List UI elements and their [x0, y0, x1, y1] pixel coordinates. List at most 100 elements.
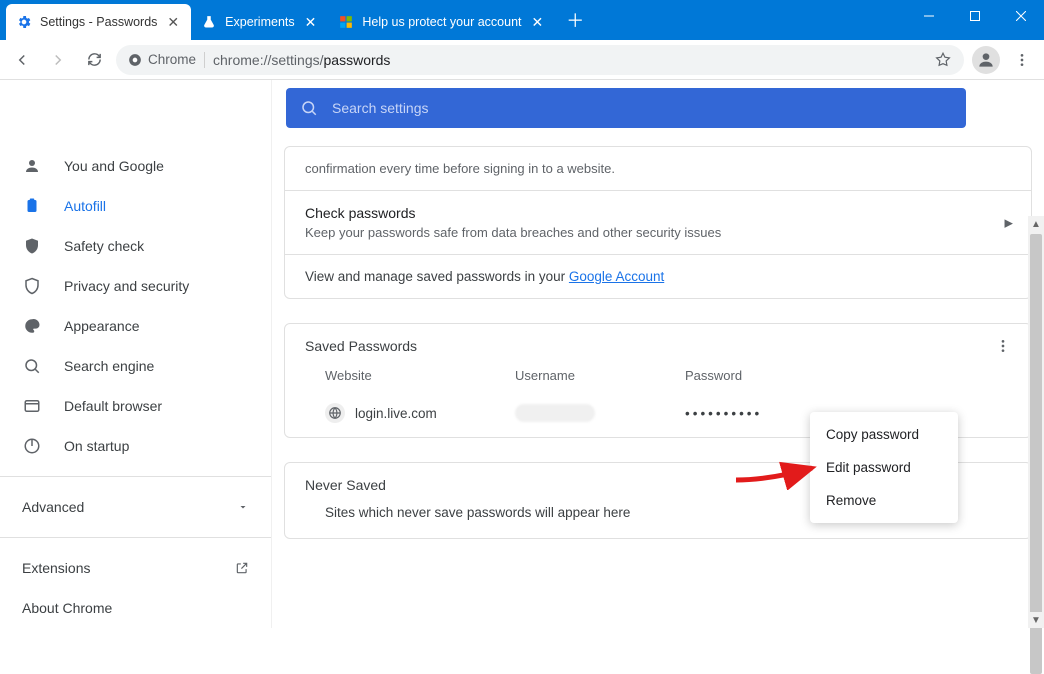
sidebar-advanced[interactable]: Advanced [0, 487, 271, 527]
col-password: Password [685, 368, 1011, 383]
table-header: Website Username Password [285, 360, 1031, 393]
kebab-menu-icon[interactable] [995, 338, 1011, 354]
tab-help-protect[interactable]: Help us protect your account ✕ [328, 4, 555, 40]
separator [0, 476, 271, 477]
chrome-icon [128, 53, 142, 67]
search-icon [300, 99, 318, 117]
sidebar-item-label: Search engine [64, 358, 154, 374]
scrollbar-thumb[interactable] [1030, 234, 1042, 674]
advanced-label: Advanced [22, 499, 84, 515]
gear-icon [16, 14, 32, 30]
back-button[interactable] [8, 46, 36, 74]
tab-settings[interactable]: Settings - Passwords ✕ [6, 4, 191, 40]
sidebar-about-chrome[interactable]: About Chrome [0, 588, 271, 628]
sidebar-item-search-engine[interactable]: Search engine [0, 346, 271, 386]
sidebar-item-safety-check[interactable]: Safety check [0, 226, 271, 266]
settings-main: confirmation every time before signing i… [272, 80, 1044, 628]
address-bar[interactable]: Chrome chrome://settings/passwords [116, 45, 964, 75]
person-icon [22, 157, 42, 175]
check-title: Check passwords [305, 205, 1011, 221]
sidebar-item-label: You and Google [64, 158, 164, 174]
forward-button[interactable] [44, 46, 72, 74]
passwords-card: confirmation every time before signing i… [284, 146, 1032, 299]
view-text: View and manage saved passwords in your [305, 269, 569, 284]
power-icon [22, 437, 42, 455]
microsoft-icon [338, 14, 354, 30]
sidebar-item-label: Safety check [64, 238, 144, 254]
shield-icon [22, 277, 42, 295]
check-sub: Keep your passwords safe from data breac… [305, 225, 1011, 240]
clipboard-icon [22, 197, 42, 215]
sidebar-item-autofill[interactable]: Autofill [0, 186, 271, 226]
col-username: Username [515, 368, 685, 383]
password-context-menu: Copy password Edit password Remove [810, 412, 958, 523]
close-icon[interactable]: ✕ [165, 14, 181, 31]
extensions-label: Extensions [22, 560, 90, 576]
kebab-menu-icon[interactable] [1008, 46, 1036, 74]
close-icon[interactable]: ✕ [303, 14, 319, 31]
col-website: Website [325, 368, 515, 383]
close-icon[interactable]: ✕ [530, 14, 546, 31]
browser-toolbar: Chrome chrome://settings/passwords [0, 40, 1044, 80]
sidebar-item-privacy-security[interactable]: Privacy and security [0, 266, 271, 306]
tab-strip: Settings - Passwords ✕ Experiments ✕ Hel… [6, 4, 555, 40]
external-link-icon [235, 561, 249, 575]
menu-remove[interactable]: Remove [810, 484, 958, 517]
tab-title: Experiments [225, 15, 294, 29]
window-controls [906, 0, 1044, 32]
chip-label: Chrome [148, 52, 196, 67]
globe-icon [325, 403, 345, 423]
browser-icon [22, 397, 42, 415]
site-name: login.live.com [355, 406, 437, 421]
shield-check-icon [22, 237, 42, 255]
content-area: Settings You and Google Autofill Safety … [0, 80, 1044, 628]
sidebar-item-on-startup[interactable]: On startup [0, 426, 271, 466]
sidebar-item-you-and-google[interactable]: You and Google [0, 146, 271, 186]
settings-sidebar: You and Google Autofill Safety check Pri… [0, 80, 272, 628]
search-icon [22, 357, 42, 375]
tab-title: Settings - Passwords [40, 15, 157, 29]
menu-edit-password[interactable]: Edit password [810, 451, 958, 484]
chevron-down-icon [237, 501, 249, 513]
sidebar-item-appearance[interactable]: Appearance [0, 306, 271, 346]
sidebar-extensions[interactable]: Extensions [0, 548, 271, 588]
about-label: About Chrome [22, 600, 112, 616]
search-settings[interactable] [286, 88, 966, 128]
new-tab-button[interactable]: ＋ [561, 6, 589, 34]
check-passwords-row[interactable]: Check passwords Keep your passwords safe… [285, 190, 1031, 254]
flask-icon [201, 14, 217, 30]
saved-title: Saved Passwords [305, 338, 417, 354]
tab-title: Help us protect your account [362, 15, 521, 29]
view-manage-row: View and manage saved passwords in your … [285, 254, 1031, 298]
bookmark-star-icon[interactable] [934, 51, 952, 69]
chevron-right-icon: ▶ [1005, 216, 1013, 229]
window-titlebar: Settings - Passwords ✕ Experiments ✕ Hel… [0, 0, 1044, 40]
tab-experiments[interactable]: Experiments ✕ [191, 4, 328, 40]
sidebar-item-label: Appearance [64, 318, 140, 334]
scroll-down-icon[interactable]: ▼ [1028, 612, 1044, 628]
never-title: Never Saved [305, 477, 386, 493]
palette-icon [22, 317, 42, 335]
confirm-text: confirmation every time before signing i… [305, 161, 1011, 176]
reload-button[interactable] [80, 46, 108, 74]
sidebar-item-label: Autofill [64, 198, 106, 214]
separator [0, 537, 271, 538]
sidebar-item-label: Default browser [64, 398, 162, 414]
username-cell [515, 404, 685, 422]
google-account-link[interactable]: Google Account [569, 269, 664, 284]
minimize-button[interactable] [906, 0, 952, 32]
confirm-row: confirmation every time before signing i… [285, 147, 1031, 190]
url-text: chrome://settings/passwords [213, 52, 390, 68]
page-title: Settings [22, 96, 80, 114]
scroll-up-icon[interactable]: ▲ [1028, 216, 1044, 232]
site-chip: Chrome [128, 52, 196, 67]
profile-avatar[interactable] [972, 46, 1000, 74]
search-input[interactable] [332, 100, 952, 116]
menu-copy-password[interactable]: Copy password [810, 418, 958, 451]
sidebar-item-label: Privacy and security [64, 278, 189, 294]
sidebar-item-default-browser[interactable]: Default browser [0, 386, 271, 426]
close-window-button[interactable] [998, 0, 1044, 32]
saved-passwords-header: Saved Passwords [285, 324, 1031, 360]
maximize-button[interactable] [952, 0, 998, 32]
scrollbar[interactable]: ▲ ▼ [1028, 216, 1044, 628]
